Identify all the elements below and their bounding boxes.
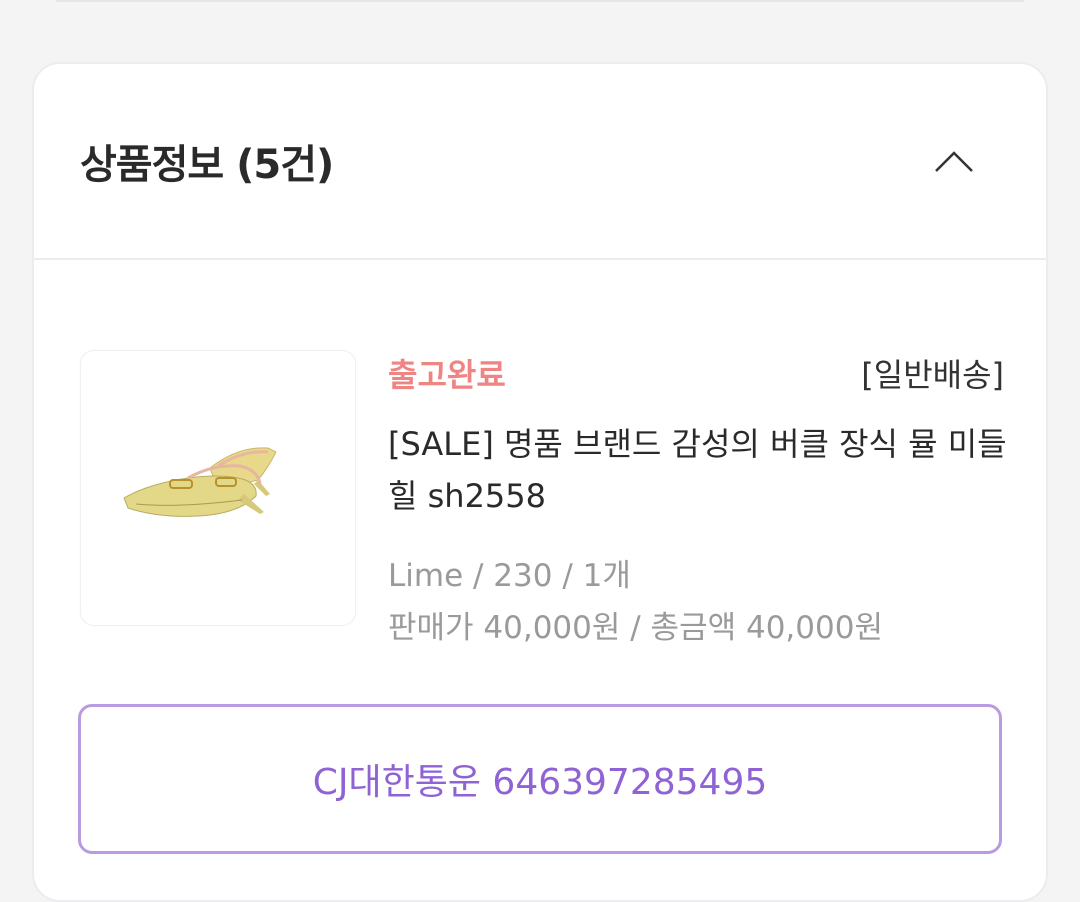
order-status: 출고완료 [388,356,506,394]
top-divider [56,0,1024,2]
product-price: 판매가 40,000원 / 총금액 40,000원 [388,610,883,646]
product-options: Lime / 230 / 1개 [388,558,631,594]
product-thumbnail[interactable] [80,350,356,626]
product-image [123,447,277,517]
product-item[interactable]: 출고완료 [일반배송] [SALE] 명품 브랜드 감성의 버클 장식 뮬 미들… [80,350,1007,646]
shipping-type: [일반배송] [861,356,1004,394]
tracking-button[interactable]: CJ대한통운 646397285495 [78,704,1002,854]
card-title: 상품정보 (5건) [80,142,334,188]
collapse-button[interactable] [930,137,978,185]
chevron-up-icon [935,151,973,172]
product-name[interactable]: [SALE] 명품 브랜드 감성의 버클 장식 뮬 미들힐 sh2558 [388,418,1008,522]
card-header[interactable]: 상품정보 (5건) [34,64,1046,260]
